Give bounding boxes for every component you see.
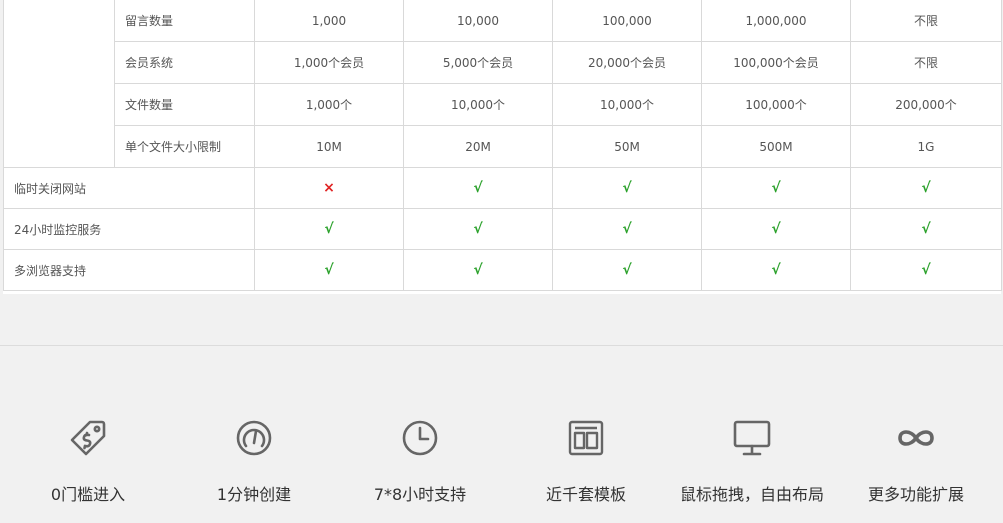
- check-mark-icon: √: [921, 180, 931, 196]
- table-row: 会员系统 1,000个会员 5,000个会员 20,000个会员 100,000…: [4, 41, 1002, 84]
- table-cell: 10,000个: [403, 83, 553, 126]
- check-mark-cell: √: [552, 167, 702, 209]
- check-mark-icon: √: [473, 221, 483, 237]
- table-cell: 1,000,000: [701, 0, 851, 42]
- check-mark-icon: √: [324, 262, 334, 278]
- table-cell: 100,000个: [701, 83, 851, 126]
- feature-item-one-minute-create: 1分钟创建: [171, 346, 337, 523]
- check-mark-icon: √: [622, 180, 632, 196]
- clock-icon: [400, 418, 440, 458]
- cross-mark-icon: ×: [323, 180, 335, 196]
- row-label: 会员系统: [114, 41, 255, 84]
- check-mark-icon: √: [622, 262, 632, 278]
- feature-label: 0门槛进入: [50, 485, 126, 504]
- check-mark-cell: √: [850, 167, 1002, 209]
- table-cell: 20,000个会员: [552, 41, 702, 84]
- table-cell: 1,000个会员: [254, 41, 404, 84]
- check-mark-icon: √: [324, 221, 334, 237]
- row-label: 单个文件大小限制: [114, 125, 255, 168]
- check-mark-cell: √: [254, 208, 404, 250]
- table-cell: 100,000: [552, 0, 702, 42]
- check-mark-icon: √: [771, 180, 781, 196]
- feature-highlights-strip: 0门槛进入 1分钟创建 7*8小时支持 近千套模板 鼠标拖拽，自由布局 更多功能…: [0, 345, 1003, 523]
- check-mark-cell: √: [403, 167, 553, 209]
- table-cell: 1,000: [254, 0, 404, 42]
- check-mark-icon: √: [921, 221, 931, 237]
- check-mark-icon: √: [622, 221, 632, 237]
- feature-label: 近千套模板: [545, 485, 626, 504]
- table-cell: 不限: [850, 0, 1002, 42]
- price-tag-icon: [68, 418, 108, 458]
- table-row: 留言数量 1,000 10,000 100,000 1,000,000 不限: [3, 0, 1002, 168]
- check-mark-cell: √: [701, 167, 851, 209]
- table-cell: 1G: [850, 125, 1002, 168]
- feature-item-templates: 近千套模板: [503, 346, 669, 523]
- table-cell: 10M: [254, 125, 404, 168]
- check-mark-icon: √: [921, 262, 931, 278]
- feature-label: 更多功能扩展: [867, 485, 964, 504]
- feature-item-support-hours: 7*8小时支持: [337, 346, 503, 523]
- row-label: 留言数量: [114, 0, 255, 42]
- table-cell: 10,000: [403, 0, 553, 42]
- feature-label: 鼠标拖拽，自由布局: [679, 485, 824, 504]
- table-cell: 10,000个: [552, 83, 702, 126]
- infinity-icon: [896, 418, 936, 458]
- table-row: 单个文件大小限制 10M 20M 50M 500M 1G: [4, 125, 1002, 168]
- check-mark-icon: √: [771, 262, 781, 278]
- category-cell: [3, 0, 115, 168]
- table-row: 24小时监控服务 √ √ √ √ √: [3, 208, 1002, 250]
- row-label: 24小时监控服务: [3, 208, 255, 250]
- pricing-comparison-table-panel: 留言数量 1,000 10,000 100,000 1,000,000 不限 会…: [3, 0, 1002, 294]
- feature-item-drag-layout: 鼠标拖拽，自由布局: [669, 346, 835, 523]
- speedometer-icon: [234, 418, 274, 458]
- check-mark-icon: √: [473, 180, 483, 196]
- check-mark-cell: √: [552, 249, 702, 291]
- check-mark-cell: √: [254, 249, 404, 291]
- check-mark-cell: √: [403, 208, 553, 250]
- check-mark-icon: √: [771, 221, 781, 237]
- table-cell: 20M: [403, 125, 553, 168]
- feature-item-more-extensions: 更多功能扩展: [833, 346, 999, 523]
- check-mark-cell: √: [403, 249, 553, 291]
- table-cell: 50M: [552, 125, 702, 168]
- row-label: 临时关闭网站: [3, 167, 255, 209]
- table-cell: 1,000个: [254, 83, 404, 126]
- table-row: 临时关闭网站 × √ √ √ √: [3, 167, 1002, 209]
- no-mark-cell: ×: [254, 167, 404, 209]
- table-cell: 不限: [850, 41, 1002, 84]
- template-layout-icon: [566, 418, 606, 458]
- table-cell: 500M: [701, 125, 851, 168]
- check-mark-cell: √: [850, 249, 1002, 291]
- feature-label: 1分钟创建: [216, 485, 292, 504]
- table-row: 文件数量 1,000个 10,000个 10,000个 100,000个 200…: [4, 83, 1002, 126]
- table-cell: 100,000个会员: [701, 41, 851, 84]
- check-mark-cell: √: [701, 249, 851, 291]
- check-mark-cell: √: [850, 208, 1002, 250]
- monitor-icon: [732, 418, 772, 458]
- check-mark-icon: √: [473, 262, 483, 278]
- check-mark-cell: √: [701, 208, 851, 250]
- pricing-comparison-table: 留言数量 1,000 10,000 100,000 1,000,000 不限 会…: [3, 0, 1002, 291]
- row-label: 文件数量: [114, 83, 255, 126]
- feature-item-zero-barrier: 0门槛进入: [5, 346, 171, 523]
- feature-label: 7*8小时支持: [373, 485, 467, 504]
- table-row: 多浏览器支持 √ √ √ √ √: [3, 249, 1002, 291]
- check-mark-cell: √: [552, 208, 702, 250]
- table-cell: 5,000个会员: [403, 41, 553, 84]
- row-label: 多浏览器支持: [3, 249, 255, 291]
- table-cell: 200,000个: [850, 83, 1002, 126]
